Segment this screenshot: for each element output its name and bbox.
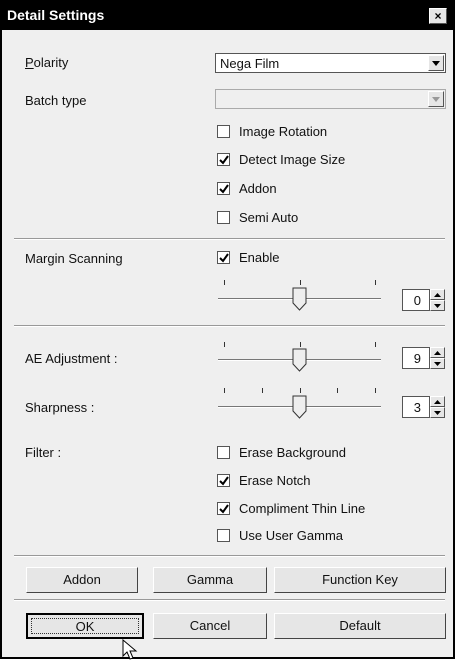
ae-value-field[interactable]: 9 [402,347,430,369]
batch-type-label-text: Batch type [25,93,87,108]
ae-spinner[interactable] [430,347,445,369]
option-0-checkbox[interactable] [217,125,230,138]
window-title: Detail Settings [7,7,105,23]
filter-0-label: Erase Background [239,445,346,460]
button-row2-2[interactable]: Default [274,613,446,639]
polarity-value: Nega Film [220,56,280,71]
checkmark-icon [219,155,229,165]
mouse-cursor-icon [122,639,138,660]
title-bar: Detail Settings × [2,2,453,30]
option-3-label: Semi Auto [239,210,299,225]
polarity-label-text: olarity [33,55,69,70]
chevron-down-icon [432,61,440,66]
arrow-down-icon [434,362,441,366]
margin-value-field[interactable]: 0 [402,289,430,311]
sharpness-up-button[interactable] [430,396,445,407]
slider-tick [224,388,225,393]
ae-up-button[interactable] [430,347,445,358]
button-row1-0[interactable]: Addon [26,567,138,593]
filter-0-checkbox[interactable] [217,446,230,459]
option-1-label: Detect Image Size [239,152,346,167]
chevron-down-icon [432,97,440,102]
separator [14,555,445,557]
button-row1-2[interactable]: Function Key [274,567,446,593]
slider-tick [224,280,225,285]
filter-1-label: Erase Notch [239,473,311,488]
option-3-checkbox[interactable] [217,211,230,224]
margin-value: 0 [413,293,421,308]
margin-scanning-label: Margin Scanning [25,251,123,266]
batch-type-select[interactable] [215,89,446,109]
arrow-up-icon [434,351,441,355]
filter-label: Filter : [25,445,62,460]
checkmark-icon [219,476,229,486]
arrow-down-icon [434,411,441,415]
arrow-up-icon [434,293,441,297]
checkmark-icon [219,504,229,514]
margin-spinner[interactable] [430,289,445,311]
option-0-label: Image Rotation [239,124,328,139]
sharpness-value: 3 [413,400,421,415]
option-2-checkbox[interactable] [217,182,230,195]
checkmark-icon [219,253,229,263]
slider-tick [300,388,301,393]
separator [14,325,445,327]
polarity-select[interactable]: Nega Film [215,53,446,73]
slider-tick [262,388,263,393]
separator [14,238,445,240]
filter-2-label: Compliment Thin Line [239,501,366,516]
button-label: Cancel [189,618,231,633]
filter-1-checkbox[interactable] [217,474,230,487]
filter-2-checkbox[interactable] [217,502,230,515]
slider-tick [300,280,301,285]
polarity-label: Polarity [25,55,69,70]
sharpness-down-button[interactable] [430,407,445,418]
margin-up-button[interactable] [430,289,445,300]
ae-adjustment-label: AE Adjustment : [25,351,118,366]
filter-3-label: Use User Gamma [239,528,344,543]
batch-type-dropdown-arrow[interactable] [428,91,444,107]
arrow-down-icon [434,304,441,308]
arrow-up-icon [434,400,441,404]
button-row2-0[interactable]: OK [26,613,144,639]
ae-down-button[interactable] [430,358,445,369]
slider-tick [224,342,225,347]
separator [14,599,445,601]
slider-tick [375,280,376,285]
checkmark-icon [219,184,229,194]
slider-tick [375,342,376,347]
button-row2-1[interactable]: Cancel [153,613,267,639]
button-row1-1[interactable]: Gamma [153,567,267,593]
polarity-dropdown-arrow[interactable] [428,55,444,71]
detail-settings-dialog: Detail Settings × Polarity Nega Film Bat… [0,0,455,660]
sharpness-label: Sharpness : [25,400,95,415]
margin-slider-thumb[interactable] [292,287,308,311]
slider-tick [300,342,301,347]
margin-enable-label: Enable [239,250,280,265]
sharpness-value-field[interactable]: 3 [402,396,430,418]
close-button[interactable]: × [429,8,447,24]
sharpness-slider-thumb[interactable] [292,395,308,419]
filter-3-checkbox[interactable] [217,529,230,542]
option-1-checkbox[interactable] [217,153,230,166]
batch-type-label: Batch type [25,93,86,108]
focus-rect [31,618,139,634]
ae-slider-thumb[interactable] [292,348,308,372]
margin-down-button[interactable] [430,300,445,311]
margin-enable-checkbox[interactable] [217,251,230,264]
sharpness-spinner[interactable] [430,396,445,418]
slider-tick [337,388,338,393]
slider-tick [375,388,376,393]
button-label: Default [339,618,381,633]
option-2-label: Addon [239,181,277,196]
ae-value: 9 [413,351,421,366]
